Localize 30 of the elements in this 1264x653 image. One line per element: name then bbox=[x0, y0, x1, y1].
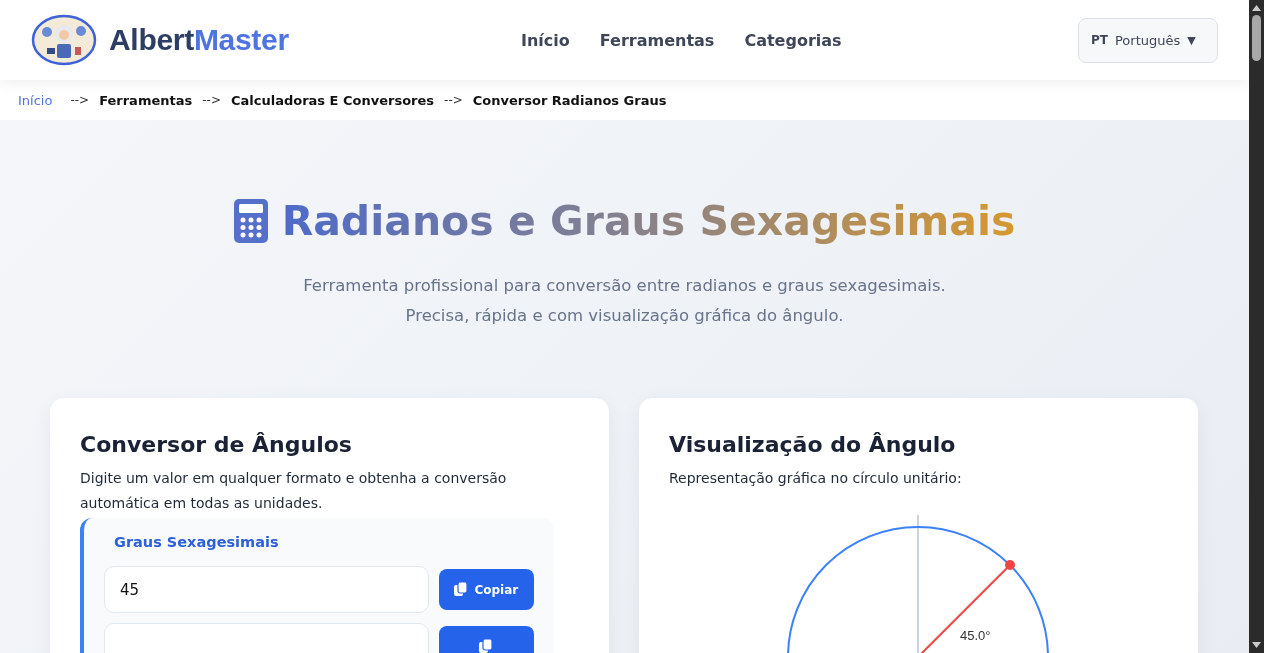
breadcrumb-separator: --> bbox=[70, 93, 90, 107]
angle-label: 45.0° bbox=[959, 628, 990, 643]
language-selector[interactable]: PT Português ▼ bbox=[1078, 17, 1218, 63]
breadcrumb-separator: --> bbox=[202, 93, 221, 107]
copy-button[interactable]: Copiar bbox=[438, 569, 534, 610]
field-label: Graus Sexagesimais bbox=[114, 534, 280, 550]
scroll-up-icon[interactable] bbox=[1252, 5, 1261, 11]
card-description: Representação gráfica no círculo unitário: bbox=[669, 469, 963, 488]
input-field[interactable]: 45 bbox=[104, 566, 429, 613]
mascot-logo-icon[interactable] bbox=[31, 14, 97, 66]
scroll-down-icon[interactable] bbox=[1252, 642, 1261, 648]
card-title: Visualização do Ângulo bbox=[669, 432, 957, 457]
scrollbar[interactable] bbox=[1249, 0, 1264, 653]
copy-icon bbox=[479, 639, 494, 653]
breadcrumb-separator: --> bbox=[444, 93, 463, 107]
nav-link[interactable]: Início bbox=[521, 30, 570, 50]
scroll-thumb[interactable] bbox=[1252, 15, 1261, 61]
copy-icon bbox=[454, 582, 469, 597]
breadcrumb-item[interactable]: Calculadoras E Conversores bbox=[230, 92, 435, 108]
brand-name[interactable]: AlbertMaster bbox=[109, 23, 289, 57]
page-subtitle: Ferramenta profissional para conversão entre radianos e graus sexagesimais. Precisa, rápida e com visualização gráfica do ângulo. bbox=[302, 275, 947, 327]
nav-link[interactable]: Categorias bbox=[744, 30, 842, 50]
breadcrumb-link[interactable]: Início bbox=[18, 92, 53, 108]
breadcrumb-item[interactable]: Conversor Radianos Graus bbox=[472, 92, 667, 108]
nav-link[interactable]: Ferramentas bbox=[599, 30, 715, 50]
calculator-icon bbox=[233, 199, 268, 243]
breadcrumb-item[interactable]: Ferramentas bbox=[99, 92, 193, 108]
card-title: Conversor de Ângulos bbox=[80, 432, 353, 457]
card-description: Digite um valor em qualquer formato e obtenha a conversão automática em todas as unidades. bbox=[80, 469, 508, 513]
angle-point bbox=[1004, 560, 1015, 570]
